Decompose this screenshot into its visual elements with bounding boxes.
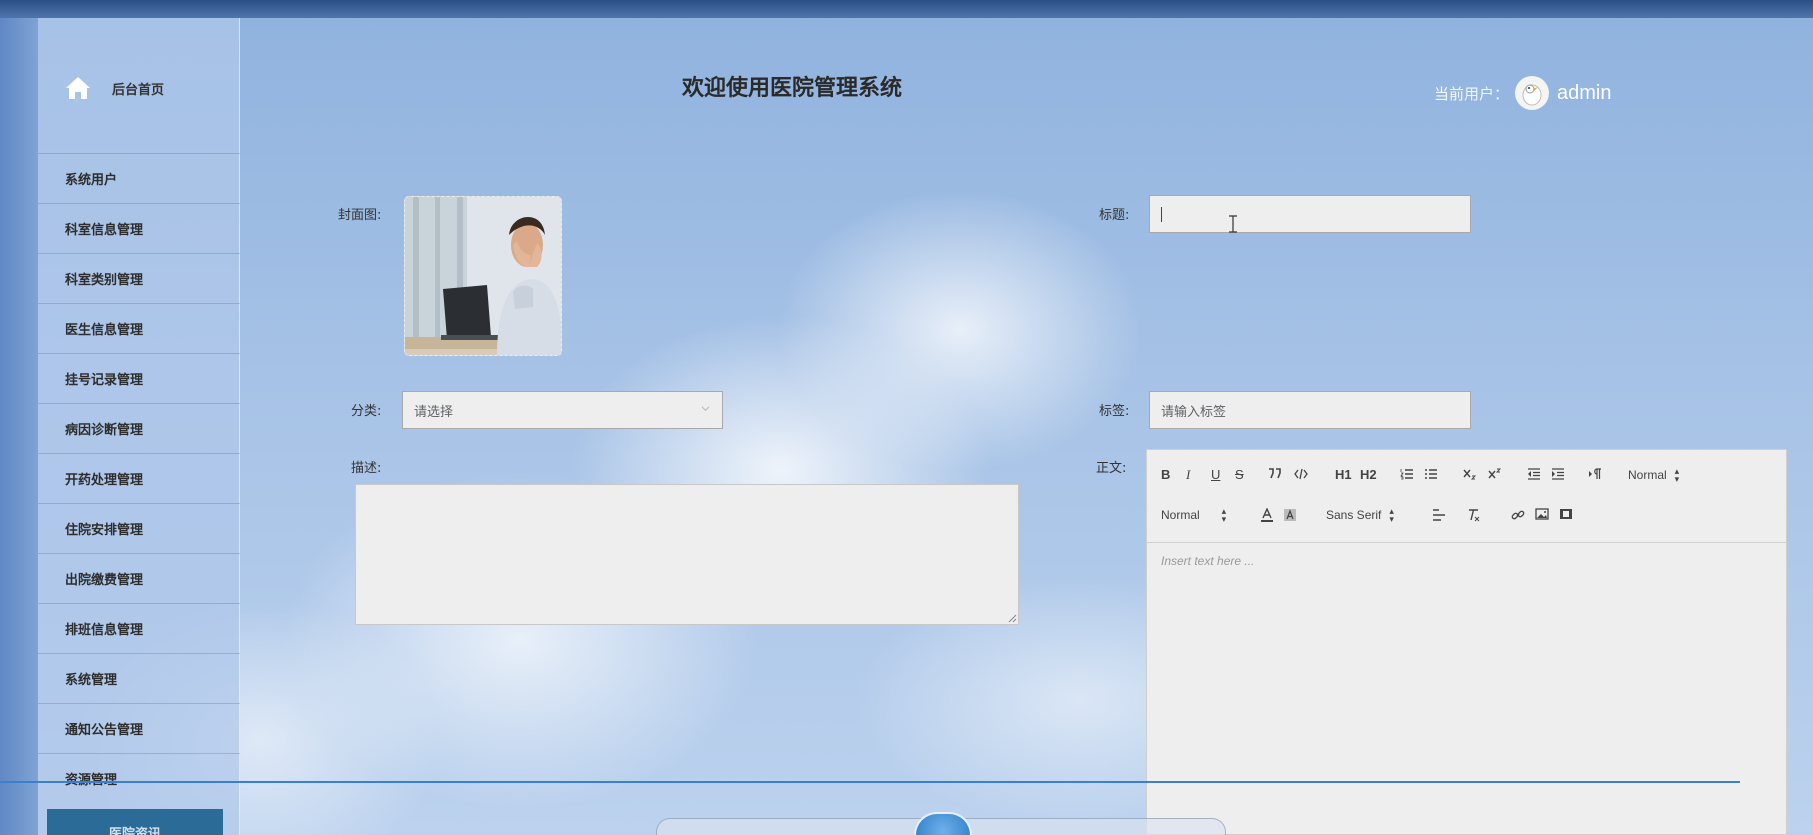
ordered-list-icon[interactable]	[1400, 468, 1414, 480]
header-picker[interactable]: Normal ▴ ▾	[1628, 466, 1680, 484]
font-picker[interactable]: Sans Serif ▴ ▾	[1326, 506, 1394, 524]
underline-button[interactable]: U	[1211, 467, 1220, 482]
description-textarea[interactable]	[355, 484, 1019, 625]
sidebar-menu: 系统用户 科室信息管理 科室类别管理 医生信息管理 挂号记录管理 病因诊断管理 …	[38, 153, 240, 803]
align-icon[interactable]	[1432, 509, 1446, 521]
current-user: 当前用户： admin	[1434, 76, 1612, 110]
font-color-icon[interactable]	[1260, 508, 1274, 522]
bold-button[interactable]: B	[1161, 467, 1170, 482]
sidebar-item-department-category[interactable]: 科室类别管理	[38, 253, 240, 303]
picker-arrows-icon: ▴ ▾	[1674, 466, 1680, 484]
category-select[interactable]: 请选择	[402, 391, 723, 429]
image-icon[interactable]	[1535, 508, 1549, 520]
size-picker[interactable]: Normal ▴ ▾	[1161, 506, 1227, 524]
cover-image-upload[interactable]	[404, 196, 562, 356]
picker-arrows-icon: ▴ ▾	[1221, 506, 1227, 524]
strike-button[interactable]: S	[1235, 467, 1244, 482]
chevron-down-icon	[701, 406, 710, 412]
home-label: 后台首页	[112, 82, 165, 98]
sidebar-item-registration-records[interactable]: 挂号记录管理	[38, 353, 240, 403]
sidebar-item-scheduling[interactable]: 排班信息管理	[38, 603, 240, 653]
sidebar-item-resources[interactable]: 资源管理	[38, 753, 240, 803]
sidebar-item-department-info[interactable]: 科室信息管理	[38, 203, 240, 253]
title-label: 标题:	[1099, 208, 1130, 223]
title-input[interactable]	[1149, 195, 1471, 233]
progress-line	[0, 781, 1740, 783]
category-label: 分类:	[351, 404, 382, 419]
cover-label: 封面图:	[338, 208, 382, 223]
sidebar-item-prescription[interactable]: 开药处理管理	[38, 453, 240, 503]
outdent-icon[interactable]	[1527, 468, 1541, 480]
left-edge-strip	[0, 18, 38, 835]
sidebar-item-announcements[interactable]: 通知公告管理	[38, 703, 240, 753]
video-icon[interactable]	[1559, 508, 1573, 520]
username: admin	[1557, 81, 1612, 104]
link-icon[interactable]	[1511, 508, 1525, 522]
tags-input[interactable]: 请输入标签	[1149, 391, 1471, 429]
header-1-button[interactable]: H1	[1335, 467, 1352, 482]
sidebar-item-system-management[interactable]: 系统管理	[38, 653, 240, 703]
tags-label: 标签:	[1099, 404, 1130, 419]
text-caret	[1161, 206, 1162, 222]
play-button[interactable]	[914, 812, 972, 835]
subscript-icon[interactable]	[1463, 468, 1477, 480]
sidebar-item-system-users[interactable]: 系统用户	[38, 153, 240, 203]
indent-icon[interactable]	[1551, 468, 1565, 480]
hospital-news-button[interactable]: 医院资讯	[47, 809, 223, 835]
background-color-icon[interactable]	[1283, 508, 1297, 522]
home-link[interactable]: 后台首页	[64, 70, 164, 106]
editor-placeholder[interactable]: Insert text here ...	[1161, 554, 1254, 568]
sidebar-item-diagnosis[interactable]: 病因诊断管理	[38, 403, 240, 453]
code-block-icon[interactable]	[1294, 468, 1308, 480]
sidebar-item-discharge-payment[interactable]: 出院缴费管理	[38, 553, 240, 603]
editor-toolbar: B I U S H1 H2 Normal ▴ ▾ Normal ▴ ▾ Sans…	[1147, 450, 1786, 543]
sidebar-item-hospitalization[interactable]: 住院安排管理	[38, 503, 240, 553]
cover-photo-man-at-laptop	[405, 197, 561, 355]
ibeam-cursor-icon	[1229, 215, 1237, 233]
current-user-label: 当前用户：	[1434, 84, 1510, 103]
top-bar	[0, 0, 1813, 18]
text-direction-icon[interactable]	[1588, 468, 1602, 480]
page-title: 欢迎使用医院管理系统	[682, 76, 903, 101]
picker-arrows-icon: ▴ ▾	[1389, 506, 1394, 524]
description-label: 描述:	[351, 461, 382, 476]
sidebar-item-doctor-info[interactable]: 医生信息管理	[38, 303, 240, 353]
blockquote-icon[interactable]	[1268, 468, 1282, 480]
bullet-list-icon[interactable]	[1424, 468, 1438, 480]
avatar-bird-icon	[1522, 84, 1542, 106]
italic-button[interactable]: I	[1186, 467, 1190, 483]
superscript-icon[interactable]	[1488, 468, 1502, 480]
clear-format-icon[interactable]	[1467, 508, 1481, 522]
header-2-button[interactable]: H2	[1360, 467, 1377, 482]
sidebar: 后台首页 系统用户 科室信息管理 科室类别管理 医生信息管理 挂号记录管理 病因…	[38, 18, 240, 835]
home-icon	[64, 74, 92, 102]
avatar[interactable]	[1515, 76, 1550, 110]
resize-grip-icon[interactable]	[1008, 614, 1017, 623]
rich-text-editor: B I U S H1 H2 Normal ▴ ▾ Normal ▴ ▾ Sans…	[1146, 449, 1787, 835]
body-label: 正文:	[1096, 461, 1127, 476]
